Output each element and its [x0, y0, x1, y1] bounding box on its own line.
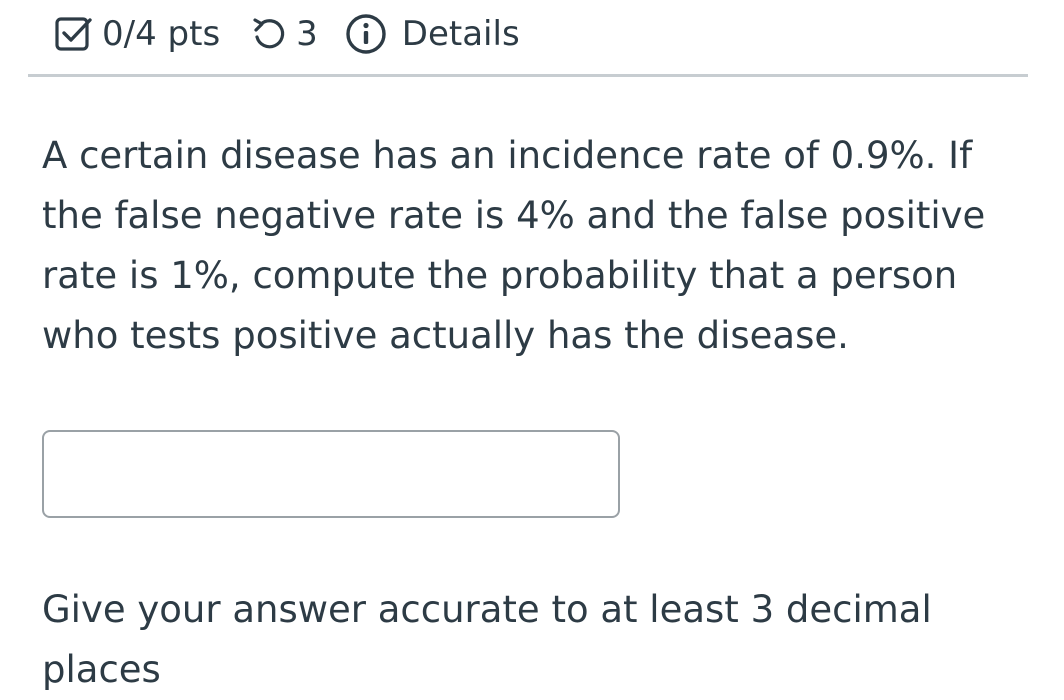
attempts-count: 3 [296, 14, 318, 54]
retry-icon [250, 15, 288, 53]
question-text: A certain disease has an incidence rate … [42, 134, 986, 357]
answer-input[interactable] [42, 430, 620, 518]
question-header: 0/4 pts 3 Details [54, 8, 520, 60]
checkbox-check-icon [54, 14, 94, 54]
info-icon[interactable] [344, 12, 388, 56]
answer-instruction: Give your answer accurate to at least 3 … [42, 588, 932, 691]
score-text: 0/4 pts [102, 14, 221, 54]
details-link[interactable]: Details [402, 14, 520, 54]
header-divider [28, 74, 1028, 77]
